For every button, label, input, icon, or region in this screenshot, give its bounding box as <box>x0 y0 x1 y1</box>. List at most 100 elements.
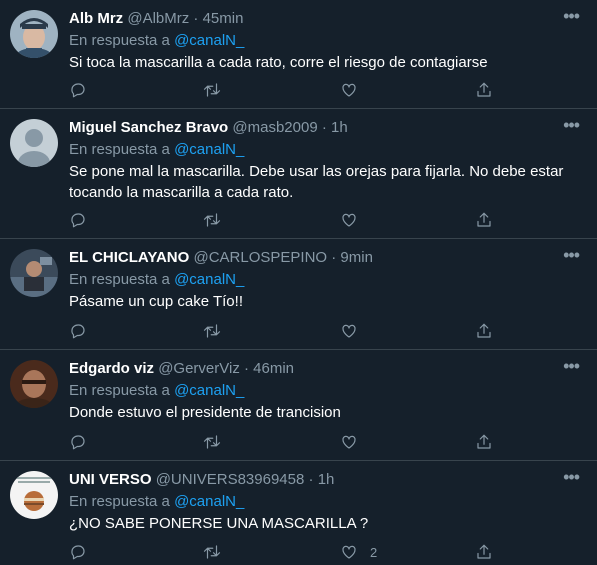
avatar[interactable] <box>10 119 58 167</box>
avatar[interactable] <box>10 360 58 408</box>
separator-dot: · <box>193 10 199 27</box>
more-icon[interactable]: ••• <box>563 468 580 486</box>
retweet-button[interactable] <box>203 542 221 562</box>
timestamp[interactable]: 46min <box>253 360 294 377</box>
tweet-header: Edgardo viz @GerverViz · 46min <box>69 360 557 378</box>
retweet-button[interactable] <box>203 210 221 230</box>
reply-feed: Alb Mrz @AlbMrz · 45min ••• En respuesta… <box>0 0 597 565</box>
reply-context: En respuesta a @canalN_ <box>69 270 244 290</box>
tweet-text: Donde estuvo el presidente de trancision <box>69 404 341 421</box>
reply-prefix: En respuesta a <box>69 493 170 510</box>
retweet-icon <box>203 213 221 227</box>
reply-context: En respuesta a @canalN_ <box>69 381 244 401</box>
more-icon[interactable]: ••• <box>563 246 580 264</box>
user-handle[interactable]: @GerverViz <box>158 360 240 377</box>
avatar[interactable] <box>10 10 58 58</box>
like-button[interactable] <box>340 210 370 230</box>
share-button[interactable] <box>475 432 493 452</box>
timestamp[interactable]: 45min <box>203 10 244 27</box>
reply-icon <box>71 435 85 450</box>
tweet-text: Se pone mal la mascarilla. Debe usar las… <box>69 163 564 201</box>
display-name[interactable]: EL CHICLAYANO <box>69 249 189 266</box>
action-bar: 2 <box>69 542 499 562</box>
display-name[interactable]: Edgardo viz <box>69 360 154 377</box>
like-button[interactable] <box>340 80 370 100</box>
share-icon <box>477 544 491 559</box>
retweet-button[interactable] <box>203 321 221 341</box>
tweet-header: UNI VERSO @UNIVERS83969458 · 1h <box>69 471 557 489</box>
reply-prefix: En respuesta a <box>69 382 170 399</box>
user-handle[interactable]: @AlbMrz <box>127 10 189 27</box>
reply-icon <box>71 324 85 339</box>
reply-prefix: En respuesta a <box>69 271 170 288</box>
tweet-item[interactable]: Alb Mrz @AlbMrz · 45min ••• En respuesta… <box>0 0 597 109</box>
like-icon <box>342 324 356 338</box>
mention-link[interactable]: @canalN_ <box>174 32 244 49</box>
like-button[interactable] <box>340 321 370 341</box>
action-bar <box>69 80 499 100</box>
more-icon[interactable]: ••• <box>563 357 580 375</box>
tweet-item[interactable]: Edgardo viz @GerverViz · 46min ••• En re… <box>0 350 597 461</box>
retweet-button[interactable] <box>203 432 221 452</box>
share-icon <box>477 323 491 338</box>
like-icon <box>342 83 356 97</box>
reply-icon <box>71 213 85 228</box>
separator-dot: · <box>244 360 249 377</box>
reply-button[interactable] <box>69 321 87 341</box>
retweet-button[interactable] <box>203 80 221 100</box>
reply-prefix: En respuesta a <box>69 141 170 158</box>
like-button[interactable] <box>340 432 370 452</box>
more-icon[interactable]: ••• <box>563 116 580 134</box>
reply-context: En respuesta a @canalN_ <box>69 31 244 51</box>
tweet-item[interactable]: Miguel Sanchez Bravo @masb2009 · 1h ••• … <box>0 109 597 239</box>
tweet-header: Alb Mrz @AlbMrz · 45min <box>69 10 557 28</box>
timestamp[interactable]: 1h <box>318 471 335 488</box>
timestamp[interactable]: 9min <box>340 249 373 266</box>
more-icon[interactable]: ••• <box>563 7 580 25</box>
mention-link[interactable]: @canalN_ <box>174 493 244 510</box>
mention-link[interactable]: @canalN_ <box>174 141 244 158</box>
like-icon <box>342 545 356 559</box>
reply-prefix: En respuesta a <box>69 32 170 49</box>
reply-button[interactable] <box>69 542 87 562</box>
display-name[interactable]: UNI VERSO <box>69 471 152 488</box>
reply-context: En respuesta a @canalN_ <box>69 140 244 160</box>
tweet-text: Pásame un cup cake Tío!! <box>69 293 243 310</box>
share-button[interactable] <box>475 321 493 341</box>
like-icon <box>342 435 356 449</box>
share-button[interactable] <box>475 210 493 230</box>
share-icon <box>477 82 491 97</box>
like-button[interactable]: 2 <box>340 542 377 562</box>
user-handle[interactable]: @CARLOSPEPINO <box>193 249 327 266</box>
timestamp[interactable]: 1h <box>331 119 348 136</box>
action-bar <box>69 432 499 452</box>
mention-link[interactable]: @canalN_ <box>174 382 244 399</box>
reply-icon <box>71 545 85 560</box>
share-icon <box>477 212 491 227</box>
retweet-icon <box>203 435 221 449</box>
separator-dot: · <box>308 471 314 488</box>
display-name[interactable]: Alb Mrz <box>69 10 123 27</box>
tweet-header: Miguel Sanchez Bravo @masb2009 · 1h <box>69 119 557 137</box>
separator-dot: · <box>321 119 327 136</box>
reply-icon <box>71 83 85 98</box>
display-name[interactable]: Miguel Sanchez Bravo <box>69 119 228 136</box>
tweet-header: EL CHICLAYANO @CARLOSPEPINO · 9min <box>69 249 557 267</box>
share-icon <box>477 434 491 449</box>
like-icon <box>342 213 356 227</box>
user-handle[interactable]: @masb2009 <box>232 119 317 136</box>
reply-button[interactable] <box>69 80 87 100</box>
mention-link[interactable]: @canalN_ <box>174 271 244 288</box>
share-button[interactable] <box>475 542 493 562</box>
reply-context: En respuesta a @canalN_ <box>69 492 244 512</box>
avatar[interactable] <box>10 471 58 519</box>
reply-button[interactable] <box>69 210 87 230</box>
share-button[interactable] <box>475 80 493 100</box>
avatar[interactable] <box>10 249 58 297</box>
user-handle[interactable]: @UNIVERS83969458 <box>156 471 305 488</box>
tweet-item[interactable]: UNI VERSO @UNIVERS83969458 · 1h ••• En r… <box>0 461 597 565</box>
retweet-icon <box>203 324 221 338</box>
reply-button[interactable] <box>69 432 87 452</box>
action-bar <box>69 210 499 230</box>
tweet-item[interactable]: EL CHICLAYANO @CARLOSPEPINO · 9min ••• E… <box>0 239 597 350</box>
